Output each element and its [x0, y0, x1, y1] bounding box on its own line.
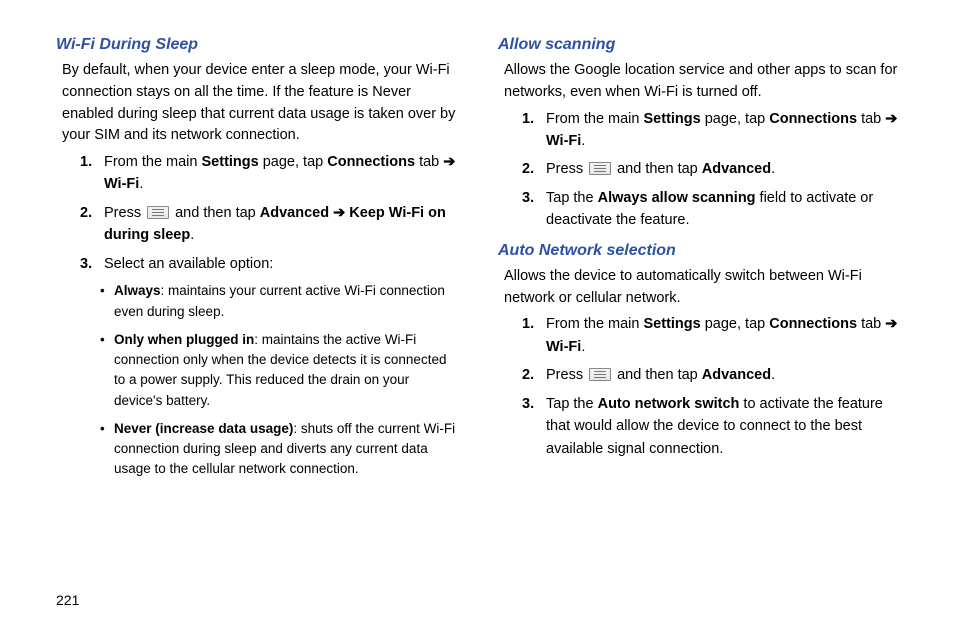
step-number: 1. — [522, 313, 546, 358]
bullet-marker: • — [100, 330, 114, 411]
text-bold: Always — [114, 283, 161, 298]
arrow-icon: ➔ — [443, 154, 455, 170]
text-bold: Connections — [769, 316, 857, 332]
wifi-sleep-heading: Wi-Fi During Sleep — [56, 36, 456, 54]
text-bold: Never (increase data usage) — [114, 421, 293, 436]
step-number: 3. — [80, 253, 104, 275]
text: tab — [857, 316, 885, 332]
text: tab — [857, 111, 885, 127]
text: : maintains your current active Wi-Fi co… — [114, 283, 445, 318]
step-number: 2. — [522, 364, 546, 386]
left-column: Wi-Fi During Sleep By default, when your… — [56, 36, 456, 490]
text: and then tap — [613, 161, 702, 177]
step-3: 3. Tap the Auto network switch to activa… — [522, 393, 898, 460]
text-bold: Connections — [327, 154, 415, 170]
bullet-body: Only when plugged in: maintains the acti… — [114, 330, 456, 411]
text-bold: Settings — [644, 111, 701, 127]
menu-icon — [589, 368, 611, 381]
step-3: 3. Tap the Always allow scanning field t… — [522, 187, 898, 232]
auto-network-steps: 1. From the main Settings page, tap Conn… — [522, 313, 898, 460]
step-body: Press and then tap Advanced ➔ Keep Wi-Fi… — [104, 202, 456, 247]
text: page, tap — [701, 316, 770, 332]
text-bold: Connections — [769, 111, 857, 127]
step-number: 3. — [522, 187, 546, 232]
step-number: 1. — [522, 108, 546, 153]
step-body: Press and then tap Advanced. — [546, 364, 898, 386]
text: . — [581, 133, 585, 149]
arrow-icon: ➔ — [885, 111, 897, 127]
text: . — [771, 367, 775, 383]
text-bold: Auto network switch — [598, 396, 740, 412]
text-bold: Settings — [202, 154, 259, 170]
text-bold: Advanced — [702, 161, 771, 177]
step-body: Select an available option: — [104, 253, 456, 275]
bullet-plugged-in: • Only when plugged in: maintains the ac… — [100, 330, 456, 411]
text-bold: Settings — [644, 316, 701, 332]
text-bold: Wi-Fi — [546, 339, 581, 355]
text: Tap the — [546, 396, 598, 412]
text: Tap the — [546, 190, 598, 206]
step-body: From the main Settings page, tap Connect… — [546, 108, 898, 153]
step-body: Tap the Always allow scanning field to a… — [546, 187, 898, 232]
step-body: Tap the Auto network switch to activate … — [546, 393, 898, 460]
allow-scanning-intro: Allows the Google location service and o… — [504, 60, 898, 104]
step-1: 1. From the main Settings page, tap Conn… — [522, 313, 898, 358]
wifi-sleep-bullets: • Always: maintains your current active … — [100, 281, 456, 479]
step-body: From the main Settings page, tap Connect… — [104, 151, 456, 196]
text-bold: Advanced — [702, 367, 771, 383]
wifi-sleep-section: Wi-Fi During Sleep By default, when your… — [56, 36, 456, 480]
step-body: Press and then tap Advanced. — [546, 158, 898, 180]
step-2: 2. Press and then tap Advanced. — [522, 158, 898, 180]
menu-icon — [589, 162, 611, 175]
text: page, tap — [259, 154, 328, 170]
bullet-always: • Always: maintains your current active … — [100, 281, 456, 322]
bullet-marker: • — [100, 419, 114, 480]
text: and then tap — [613, 367, 702, 383]
page-columns: Wi-Fi During Sleep By default, when your… — [56, 36, 898, 490]
text: Press — [104, 205, 145, 221]
menu-icon — [147, 206, 169, 219]
step-1: 1. From the main Settings page, tap Conn… — [80, 151, 456, 196]
step-2: 2. Press and then tap Advanced ➔ Keep Wi… — [80, 202, 456, 247]
text: From the main — [546, 316, 644, 332]
text: and then tap — [171, 205, 260, 221]
page-number: 221 — [56, 592, 79, 608]
text: . — [139, 176, 143, 192]
step-number: 2. — [522, 158, 546, 180]
step-body: From the main Settings page, tap Connect… — [546, 313, 898, 358]
step-2: 2. Press and then tap Advanced. — [522, 364, 898, 386]
text: . — [190, 227, 194, 243]
text: tab — [415, 154, 443, 170]
step-3: 3. Select an available option: — [80, 253, 456, 275]
bullet-never: • Never (increase data usage): shuts off… — [100, 419, 456, 480]
text: page, tap — [701, 111, 770, 127]
step-number: 1. — [80, 151, 104, 196]
step-number: 3. — [522, 393, 546, 460]
text: From the main — [546, 111, 644, 127]
step-1: 1. From the main Settings page, tap Conn… — [522, 108, 898, 153]
text-bold: Always allow scanning — [598, 190, 756, 206]
text: . — [771, 161, 775, 177]
allow-scanning-heading: Allow scanning — [498, 36, 898, 54]
text: . — [581, 339, 585, 355]
bullet-body: Never (increase data usage): shuts off t… — [114, 419, 456, 480]
text-bold: Wi-Fi — [546, 133, 581, 149]
wifi-sleep-steps: 1. From the main Settings page, tap Conn… — [80, 151, 456, 275]
allow-scanning-section: Allow scanning Allows the Google locatio… — [498, 36, 898, 232]
auto-network-heading: Auto Network selection — [498, 242, 898, 260]
auto-network-intro: Allows the device to automatically switc… — [504, 266, 898, 310]
text: Press — [546, 367, 587, 383]
text-bold: Wi-Fi — [104, 176, 139, 192]
bullet-marker: • — [100, 281, 114, 322]
step-number: 2. — [80, 202, 104, 247]
auto-network-section: Auto Network selection Allows the device… — [498, 242, 898, 460]
arrow-icon: ➔ — [885, 316, 897, 332]
right-column: Allow scanning Allows the Google locatio… — [498, 36, 898, 490]
text: From the main — [104, 154, 202, 170]
allow-scanning-steps: 1. From the main Settings page, tap Conn… — [522, 108, 898, 232]
bullet-body: Always: maintains your current active Wi… — [114, 281, 456, 322]
wifi-sleep-intro: By default, when your device enter a sle… — [62, 60, 456, 147]
text: Press — [546, 161, 587, 177]
text-bold: Only when plugged in — [114, 332, 254, 347]
